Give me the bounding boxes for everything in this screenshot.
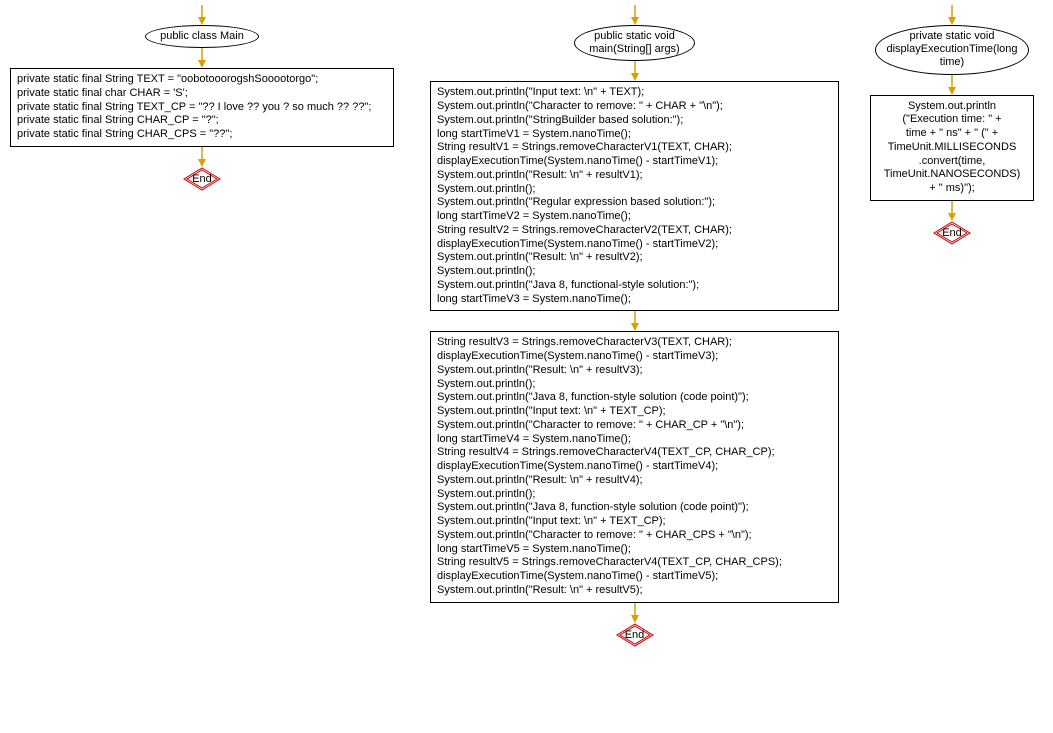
arrow-icon bbox=[946, 75, 958, 95]
class-body-node: private static final String TEXT = "oobo… bbox=[10, 68, 394, 147]
end-node: End bbox=[933, 221, 971, 245]
end-node: End bbox=[616, 623, 654, 647]
end-label: End bbox=[625, 629, 645, 641]
arrow-icon bbox=[629, 603, 641, 623]
arrow-icon bbox=[196, 5, 208, 25]
arrow-icon bbox=[629, 61, 641, 81]
flowchart-main-class: public class Main private static final S… bbox=[10, 5, 394, 191]
arrow-icon bbox=[196, 48, 208, 68]
method-body-node-1: System.out.println("Input text: \n" + TE… bbox=[430, 81, 839, 311]
arrow-icon bbox=[196, 147, 208, 167]
flowchart-main-method: public static void main(String[] args) S… bbox=[430, 5, 839, 647]
class-header-node: public class Main bbox=[145, 25, 259, 48]
arrow-icon bbox=[629, 311, 641, 331]
method-body-node-2: String resultV3 = Strings.removeCharacte… bbox=[430, 331, 839, 602]
end-label: End bbox=[192, 173, 212, 185]
arrow-icon bbox=[946, 201, 958, 221]
method-header-node: private static void displayExecutionTime… bbox=[875, 25, 1028, 75]
method-body-node: System.out.println ("Execution time: " +… bbox=[870, 95, 1034, 201]
arrow-icon bbox=[629, 5, 641, 25]
end-label: End bbox=[942, 227, 962, 239]
method-header-node: public static void main(String[] args) bbox=[574, 25, 694, 61]
flowchart-display-exec-time: private static void displayExecutionTime… bbox=[870, 5, 1034, 245]
end-node: End bbox=[183, 167, 221, 191]
arrow-icon bbox=[946, 5, 958, 25]
